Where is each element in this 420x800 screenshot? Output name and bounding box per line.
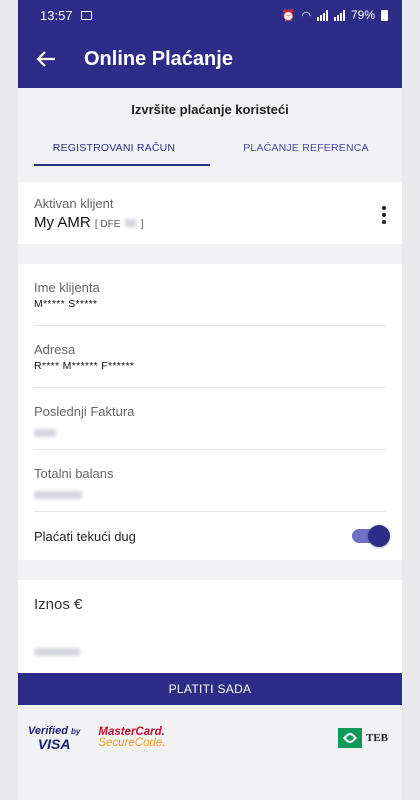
detail-row-balance: Totalni balans [34,450,386,512]
detail-row-address: Adresa R**** M****** F****** [34,326,386,388]
client-name-label: Ime klijenta [34,280,100,295]
amount-label: Iznos € [34,596,83,613]
client-code-redacted [124,219,137,227]
amount-card: Iznos € [18,580,402,673]
page-title: Online Plaćanje [84,47,233,70]
payment-tabs: REGISTROVANI RAČUN PLAĆANJE REFERENCA [18,130,402,166]
gallery-icon [80,10,92,20]
teb-bank-logo: TEB [337,728,388,748]
active-client-label: Aktivan klijent [34,196,114,211]
detail-row-client-name: Ime klijenta M***** S***** [34,264,386,326]
pay-current-debt-toggle[interactable] [352,525,390,547]
battery-icon [381,9,388,21]
last-invoice-value-redacted [34,424,386,442]
client-details-card: Ime klijenta M***** S***** Adresa R**** … [18,264,402,560]
client-code-suffix: ] [140,219,144,230]
back-button[interactable] [36,46,62,72]
verified-by-visa-logo: Verified by VISA [28,724,81,752]
alarm-icon: ⏰ [281,9,296,22]
arrow-left-icon [36,51,55,67]
client-name-value: M***** S***** [34,298,98,310]
status-bar: 13:57 ⏰ ◠ 79% [18,0,402,30]
app-bar: Online Plaćanje [18,30,402,88]
wifi-icon: ◠ [301,9,311,22]
active-client-card[interactable]: Aktivan klijent My AMR [ DFE ] [18,182,402,244]
tab-reference-payment[interactable]: PLAĆANJE REFERENCA [210,130,402,166]
detail-row-pay-current-debt: Plaćati tekući dug [34,512,390,560]
more-options-icon[interactable] [382,206,386,224]
last-invoice-label: Poslednji Faktura [34,404,135,419]
client-account-name: My AMR [34,214,91,231]
active-client-value: My AMR [ DFE ] [34,214,384,231]
signal-icon [316,9,328,21]
pay-current-debt-label: Plaćati tekući dug [34,528,136,544]
detail-row-last-invoice: Poslednji Faktura [34,388,386,450]
balance-label: Totalni balans [34,466,114,481]
pay-now-button[interactable]: PLATITI SADA [18,673,402,705]
payment-brands: Verified by VISA MasterCard. SecureCode.… [18,705,402,765]
address-value: R**** M****** F****** [34,360,135,372]
status-time: 13:57 [40,7,73,23]
tab-registered-account[interactable]: REGISTROVANI RAČUN [18,130,210,166]
client-code-prefix: [ DFE [94,219,121,230]
balance-value-redacted [34,486,386,504]
address-label: Adresa [34,342,76,357]
payment-method-heading: Izvršite plaćanje koristeći [18,88,402,130]
app-frame: 13:57 ⏰ ◠ 79% Online Plaćanje Izvršite p… [18,0,402,800]
amount-input[interactable] [34,643,386,665]
battery-percent: 79% [350,8,375,22]
mastercard-securecode-logo: MasterCard. SecureCode. [98,725,166,749]
signal-icon-2 [333,9,345,21]
teb-leaf-icon [337,728,362,748]
